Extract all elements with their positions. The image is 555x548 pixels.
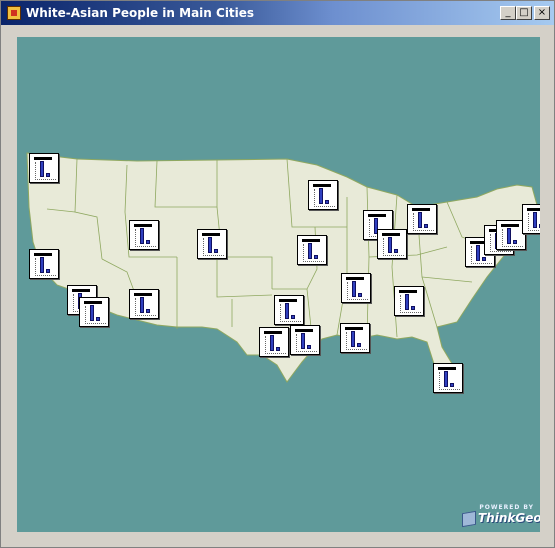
city-chart-atlanta[interactable]	[394, 286, 424, 316]
maximize-button[interactable]: □	[516, 6, 532, 20]
title-bar[interactable]: White-Asian People in Main Cities _ □ ×	[1, 1, 554, 25]
app-window: White-Asian People in Main Cities _ □ ×	[0, 0, 555, 548]
city-chart-new-orleans[interactable]	[340, 323, 370, 353]
map-view[interactable]: POWERED BY ThinkGeo	[17, 37, 540, 532]
city-chart-san-antonio[interactable]	[259, 327, 289, 357]
close-button[interactable]: ×	[534, 6, 550, 20]
city-chart-minneapolis[interactable]	[308, 180, 338, 210]
thinkgeo-logo: POWERED BY ThinkGeo	[460, 504, 540, 528]
city-chart-san-francisco[interactable]	[29, 249, 59, 279]
city-chart-kansas-city[interactable]	[297, 235, 327, 265]
city-chart-detroit[interactable]	[407, 204, 437, 234]
city-chart-miami[interactable]	[433, 363, 463, 393]
city-chart-phoenix[interactable]	[129, 289, 159, 319]
powered-by-label: POWERED BY	[479, 504, 534, 511]
city-chart-boston[interactable]	[522, 204, 540, 234]
city-chart-san-diego[interactable]	[79, 297, 109, 327]
window-title: White-Asian People in Main Cities	[26, 6, 255, 20]
cube-icon	[462, 510, 476, 528]
city-chart-denver[interactable]	[197, 229, 227, 259]
minimize-button[interactable]: _	[500, 6, 516, 20]
city-chart-indianapolis[interactable]	[377, 229, 407, 259]
city-chart-houston[interactable]	[290, 325, 320, 355]
city-chart-memphis[interactable]	[341, 273, 371, 303]
thinkgeo-brand: ThinkGeo	[478, 511, 540, 525]
city-chart-salt-lake-city[interactable]	[129, 220, 159, 250]
city-chart-seattle[interactable]	[29, 153, 59, 183]
app-icon[interactable]	[7, 6, 21, 20]
city-chart-dallas[interactable]	[274, 295, 304, 325]
